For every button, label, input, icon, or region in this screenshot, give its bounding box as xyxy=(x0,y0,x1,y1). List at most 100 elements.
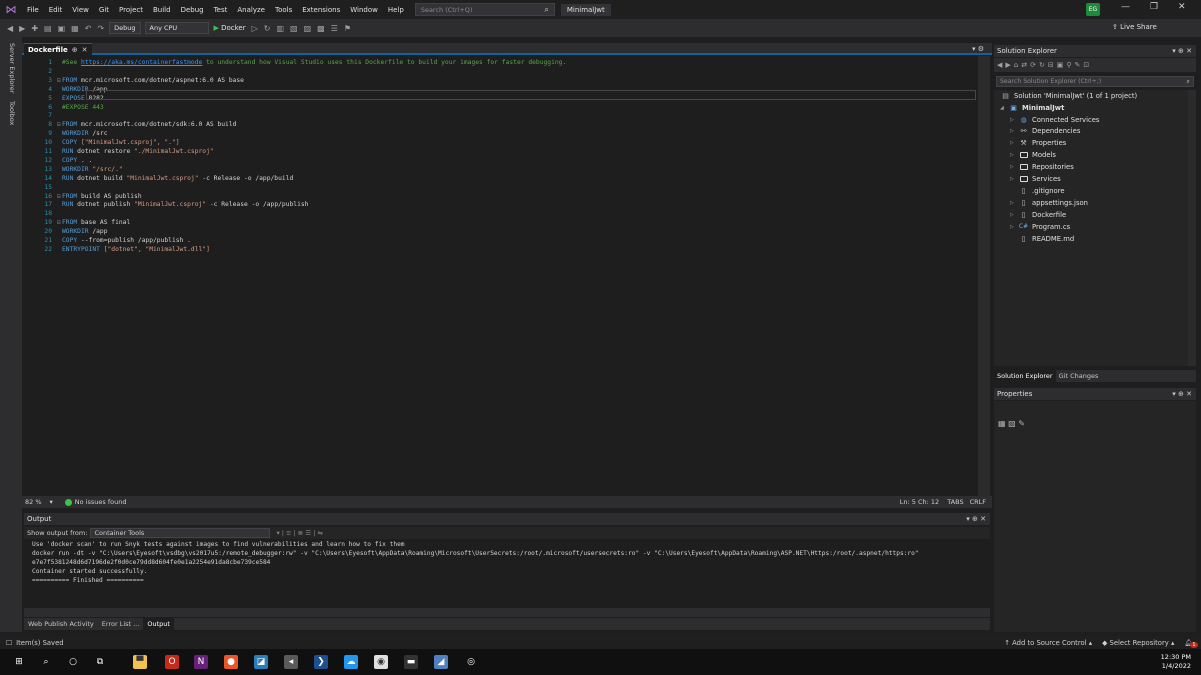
start-docker-button[interactable]: ▶ Docker xyxy=(211,24,249,32)
code-line[interactable]: 12 COPY . . xyxy=(24,156,964,165)
fold-toggle-icon[interactable]: ⊟ xyxy=(57,192,61,201)
comment-icon[interactable]: ☰ xyxy=(328,24,341,33)
fold-toggle-icon[interactable]: ⊟ xyxy=(57,76,61,85)
settings-circle-icon[interactable]: ◎ xyxy=(464,655,478,669)
tree-item[interactable]: ▷ Repositories xyxy=(1010,162,1074,173)
editor-vertical-scrollbar[interactable] xyxy=(978,56,990,496)
back-icon[interactable]: ◀ xyxy=(4,24,16,33)
tab-solution-explorer[interactable]: Solution Explorer xyxy=(994,370,1056,382)
code-line[interactable]: 9 WORKDIR /src xyxy=(24,129,964,138)
se-back-icon[interactable]: ◀ xyxy=(997,61,1002,69)
postman-icon[interactable]: ● xyxy=(224,655,238,669)
code-line[interactable]: 6 #EXPOSE 443 xyxy=(24,103,964,112)
tree-item[interactable]: ▯ README.md xyxy=(1010,233,1075,244)
tree-item[interactable]: ▯ .gitignore xyxy=(1010,185,1065,196)
toolbar-icon-3[interactable]: ▨ xyxy=(301,24,315,33)
menu-window[interactable]: Window xyxy=(345,6,383,14)
hot-reload-icon[interactable]: ↻ xyxy=(261,24,274,33)
cursor-position[interactable]: Ln: 5 Ch: 12 xyxy=(900,498,939,506)
menu-view[interactable]: View xyxy=(67,6,94,14)
menu-help[interactable]: Help xyxy=(383,6,409,14)
docker-desktop-icon[interactable]: ☁ xyxy=(344,655,358,669)
opera-browser-icon[interactable]: O xyxy=(165,655,179,669)
menu-edit[interactable]: Edit xyxy=(44,6,68,14)
code-line[interactable]: 20 WORKDIR /app xyxy=(24,227,964,236)
save-all-icon[interactable]: ▦ xyxy=(68,24,82,33)
menu-project[interactable]: Project xyxy=(114,6,148,14)
output-horizontal-scrollbar[interactable] xyxy=(24,608,990,617)
collapsed-arrow-icon[interactable]: ▷ xyxy=(1010,128,1018,134)
menu-git[interactable]: Git xyxy=(94,6,114,14)
properties-window-controls-icon[interactable]: ▾ ⊕ ✕ xyxy=(1172,390,1192,398)
categorized-icon[interactable]: ▦ xyxy=(998,419,1006,428)
code-line[interactable]: 3 ⊟ FROM mcr.microsoft.com/dotnet/aspnet:6… xyxy=(24,76,964,85)
tab-overflow-icon[interactable]: ▾ ⚙ xyxy=(972,45,984,53)
notes-app-icon[interactable]: ◢ xyxy=(434,655,448,669)
close-tab-icon[interactable]: ✕ xyxy=(82,46,88,54)
code-line[interactable]: 17 RUN dotnet publish "MinimalJwt.csproj"… xyxy=(24,200,964,209)
ssms-icon[interactable]: ◂ xyxy=(284,655,298,669)
solution-explorer-search-input[interactable]: Search Solution Explorer (Ctrl+;) ⌕ xyxy=(996,76,1194,87)
tree-item[interactable]: ▷ ▯ Dockerfile xyxy=(1010,209,1066,220)
collapsed-arrow-icon[interactable]: ▷ xyxy=(1010,176,1018,182)
menu-debug[interactable]: Debug xyxy=(176,6,209,14)
menu-tools[interactable]: Tools xyxy=(270,6,297,14)
code-line[interactable]: 2 xyxy=(24,67,964,76)
menu-test[interactable]: Test xyxy=(209,6,233,14)
se-switch-views-icon[interactable]: ⇄ xyxy=(1021,61,1027,69)
select-repository-button[interactable]: ◆ Select Repository ▴ xyxy=(1102,639,1174,647)
open-icon[interactable]: ▤ xyxy=(41,24,55,33)
zoom-dropdown-icon[interactable]: ▾ xyxy=(50,498,53,506)
code-line[interactable]: 13 WORKDIR "/src/." xyxy=(24,165,964,174)
tree-item[interactable]: ▷ C# Program.cs xyxy=(1010,221,1070,232)
menu-analyze[interactable]: Analyze xyxy=(232,6,270,14)
toolbar-icon-2[interactable]: ▧ xyxy=(287,24,301,33)
code-line[interactable]: 22 ENTRYPOINT ["dotnet", "MinimalJwt.dll"… xyxy=(24,245,964,254)
user-avatar[interactable]: EG xyxy=(1086,3,1100,16)
fold-toggle-icon[interactable]: ⊟ xyxy=(57,120,61,129)
pin-icon[interactable]: ⊕ xyxy=(72,46,78,54)
code-editor[interactable]: 1 #See https://aka.ms/containerfastmode t… xyxy=(24,56,978,496)
solution-explorer-scrollbar[interactable] xyxy=(1188,90,1196,366)
toolbar-icon-1[interactable]: ▥ xyxy=(273,24,287,33)
indent-mode[interactable]: TABS xyxy=(947,498,963,506)
add-to-source-control-button[interactable]: ↑ Add to Source Control ▴ xyxy=(1004,639,1092,647)
tab-dockerfile[interactable]: Dockerfile ⊕ ✕ xyxy=(24,43,92,55)
task-view-circle-icon[interactable]: ○ xyxy=(66,655,80,669)
toolbar-icon-4[interactable]: ▩ xyxy=(314,24,328,33)
code-line[interactable]: 19 ⊟ FROM base AS final xyxy=(24,218,964,227)
forward-icon[interactable]: ▶ xyxy=(16,24,28,33)
tab-web-publish-activity[interactable]: Web Publish Activity xyxy=(24,618,98,630)
fold-toggle-icon[interactable]: ⊟ xyxy=(57,218,61,227)
collapsed-arrow-icon[interactable]: ▷ xyxy=(1010,140,1018,146)
windows-start-icon[interactable]: ⊞ xyxy=(12,655,26,669)
server-explorer-tab[interactable]: Server Explorer xyxy=(8,43,16,93)
collapsed-arrow-icon[interactable]: ▷ xyxy=(1010,212,1018,218)
collapsed-arrow-icon[interactable]: ▷ xyxy=(1010,200,1018,206)
se-properties-icon[interactable]: ✎ xyxy=(1075,61,1081,69)
tab-git-changes[interactable]: Git Changes xyxy=(1056,370,1102,382)
se-forward-icon[interactable]: ▶ xyxy=(1005,61,1010,69)
taskbar-clock[interactable]: 12:30 PM 1/4/2022 xyxy=(1161,653,1191,671)
output-source-select[interactable]: Container Tools xyxy=(90,528,271,538)
collapsed-arrow-icon[interactable]: ▷ xyxy=(1010,224,1018,230)
tree-item[interactable]: ▷ ⚒ Properties xyxy=(1010,138,1066,149)
tree-project-node[interactable]: ◢ ▣ MinimalJwt xyxy=(1000,102,1064,113)
line-ending[interactable]: CRLF xyxy=(970,498,986,506)
se-collapse-all-icon[interactable]: ⊟ xyxy=(1048,61,1054,69)
tree-item[interactable]: ▷ ⚯ Dependencies xyxy=(1010,126,1080,137)
powershell-icon[interactable]: ❯ xyxy=(314,655,328,669)
live-share-button[interactable]: ⇪ Live Share xyxy=(1112,23,1157,31)
se-sync-icon[interactable]: ↻ xyxy=(1039,61,1045,69)
toolbox-tab[interactable]: Toolbox xyxy=(8,101,16,125)
azure-data-studio-icon[interactable]: ◪ xyxy=(254,655,268,669)
tree-item[interactable]: ▷ ▯ appsettings.json xyxy=(1010,197,1088,208)
code-line[interactable]: 15 xyxy=(24,183,964,192)
minimize-icon[interactable]: — xyxy=(1121,2,1130,12)
output-window-controls-icon[interactable]: ▾ ⊕ ✕ xyxy=(966,515,986,523)
code-line[interactable]: 18 xyxy=(24,209,964,218)
code-line[interactable]: 8 ⊟ FROM mcr.microsoft.com/dotnet/sdk:6.0 … xyxy=(24,120,964,129)
collapsed-arrow-icon[interactable]: ▷ xyxy=(1010,164,1018,170)
tree-item[interactable]: ▷ Models xyxy=(1010,150,1056,161)
platform-select[interactable]: Any CPU xyxy=(144,22,209,34)
